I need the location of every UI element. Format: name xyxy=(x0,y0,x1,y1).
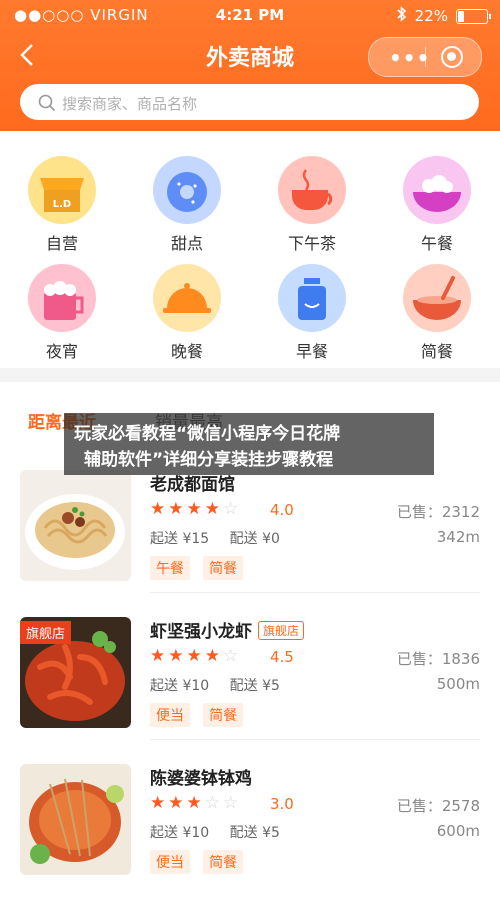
delivery-fee: 配送 ¥5 xyxy=(229,678,280,694)
soup-bowl-icon xyxy=(403,264,471,332)
delivery-fee: 配送 ¥0 xyxy=(229,531,280,547)
shop-thumbnail xyxy=(20,470,131,581)
svg-text:L.D: L.D xyxy=(53,199,71,210)
mini-program-capsule: ••• xyxy=(368,37,482,77)
distance: 342m xyxy=(436,528,480,546)
beer-mug-icon xyxy=(28,264,96,332)
category-item[interactable]: L.D 自营 xyxy=(12,156,112,254)
delivery-fee: 配送 ¥5 xyxy=(229,825,280,841)
shop-name: 陈婆婆钵钵鸡 xyxy=(150,769,252,789)
shop-tag: 便当 xyxy=(150,703,190,727)
close-program-icon[interactable] xyxy=(441,46,463,68)
shop-awning-icon: L.D xyxy=(28,156,96,224)
rice-bowl-icon xyxy=(403,156,471,224)
status-bar: ●●○○○ VIRGIN 4:21 PM 22% xyxy=(0,0,500,30)
search-placeholder: 搜索商家、商品名称 xyxy=(62,95,198,113)
shop-name: 虾坚强小龙虾 xyxy=(150,622,252,642)
shop-tag: 简餐 xyxy=(203,703,244,727)
category-label: 自营 xyxy=(45,234,78,253)
section-divider xyxy=(0,368,500,382)
category-label: 甜点 xyxy=(170,234,203,253)
sold-count: 已售：2578 xyxy=(396,797,480,815)
nav-bar: 外卖商城 ••• xyxy=(0,34,500,78)
shop-tag: 简餐 xyxy=(203,556,244,580)
category-label: 夜宵 xyxy=(45,342,78,361)
battery-percent: 22% xyxy=(414,7,448,25)
article-title-overlay: 玩家必看教程“微信小程序今日花牌 辅助软件”详细分享装挂步骤教程 xyxy=(64,413,434,475)
rating-score: 3.0 xyxy=(270,795,294,813)
min-order: 起送 ¥15 xyxy=(150,531,210,547)
category-label: 午餐 xyxy=(420,234,453,253)
flagship-flag: 旗舰店 xyxy=(20,621,72,644)
shop-thumbnail xyxy=(20,764,131,875)
header: ●●○○○ VIRGIN 4:21 PM 22% 外卖商城 ••• 搜索商家、商… xyxy=(0,0,500,131)
battery-icon xyxy=(456,8,491,24)
shop-tag: 便当 xyxy=(150,850,190,874)
rating-score: 4.5 xyxy=(270,648,294,666)
overlay-line-1: 玩家必看教程“微信小程序今日花牌 xyxy=(74,424,341,444)
donut-icon xyxy=(153,156,221,224)
sold-count: 已售：1836 xyxy=(396,650,480,668)
min-order: 起送 ¥10 xyxy=(150,678,210,694)
category-item[interactable]: 简餐 xyxy=(387,264,487,362)
shop-item[interactable]: 陈婆婆钵钵鸡 ★★★☆☆ 3.0 已售：2578 起送 ¥10 配送 ¥5 60… xyxy=(0,764,500,904)
shop-tag: 午餐 xyxy=(150,556,190,580)
category-item[interactable]: 夜宵 xyxy=(12,264,112,362)
rating-stars: ★★★☆☆ xyxy=(150,793,242,813)
category-item[interactable]: 甜点 xyxy=(137,156,237,254)
search-bar[interactable]: 搜索商家、商品名称 xyxy=(20,84,479,120)
rating-score: 4.0 xyxy=(270,501,294,519)
milk-bottle-icon xyxy=(278,264,346,332)
overlay-line-2: 辅助软件”详细分享装挂步骤教程 xyxy=(84,450,334,470)
category-label: 简餐 xyxy=(420,342,453,361)
distance: 600m xyxy=(436,822,480,840)
shop-tag: 简餐 xyxy=(203,850,244,874)
flagship-badge: 旗舰店 xyxy=(258,621,305,640)
rating-stars: ★★★★☆ xyxy=(150,499,242,519)
rating-stars: ★★★★☆ xyxy=(150,646,242,666)
category-label: 下午茶 xyxy=(287,234,336,253)
category-label: 晚餐 xyxy=(170,342,203,361)
shop-item[interactable]: 老成都面馆 ★★★★☆ 4.0 已售：2312 起送 ¥15 配送 ¥0 342… xyxy=(0,470,500,610)
category-item[interactable]: 早餐 xyxy=(262,264,362,362)
category-item[interactable]: 晚餐 xyxy=(137,264,237,362)
category-item[interactable]: 午餐 xyxy=(387,156,487,254)
shop-item[interactable]: 旗舰店 虾坚强小龙虾 旗舰店 ★★★★☆ 4.5 已售：1836 起送 ¥10 配… xyxy=(0,617,500,757)
shop-thumbnail: 旗舰店 xyxy=(20,617,131,728)
food-cloche-icon xyxy=(153,264,221,332)
distance: 500m xyxy=(436,675,480,693)
category-label: 早餐 xyxy=(295,342,328,361)
sold-count: 已售：2312 xyxy=(396,503,480,521)
search-icon xyxy=(38,94,56,116)
coffee-cup-icon xyxy=(278,156,346,224)
category-item[interactable]: 下午茶 xyxy=(262,156,362,254)
min-order: 起送 ¥10 xyxy=(150,825,210,841)
bluetooth-icon xyxy=(397,6,407,26)
